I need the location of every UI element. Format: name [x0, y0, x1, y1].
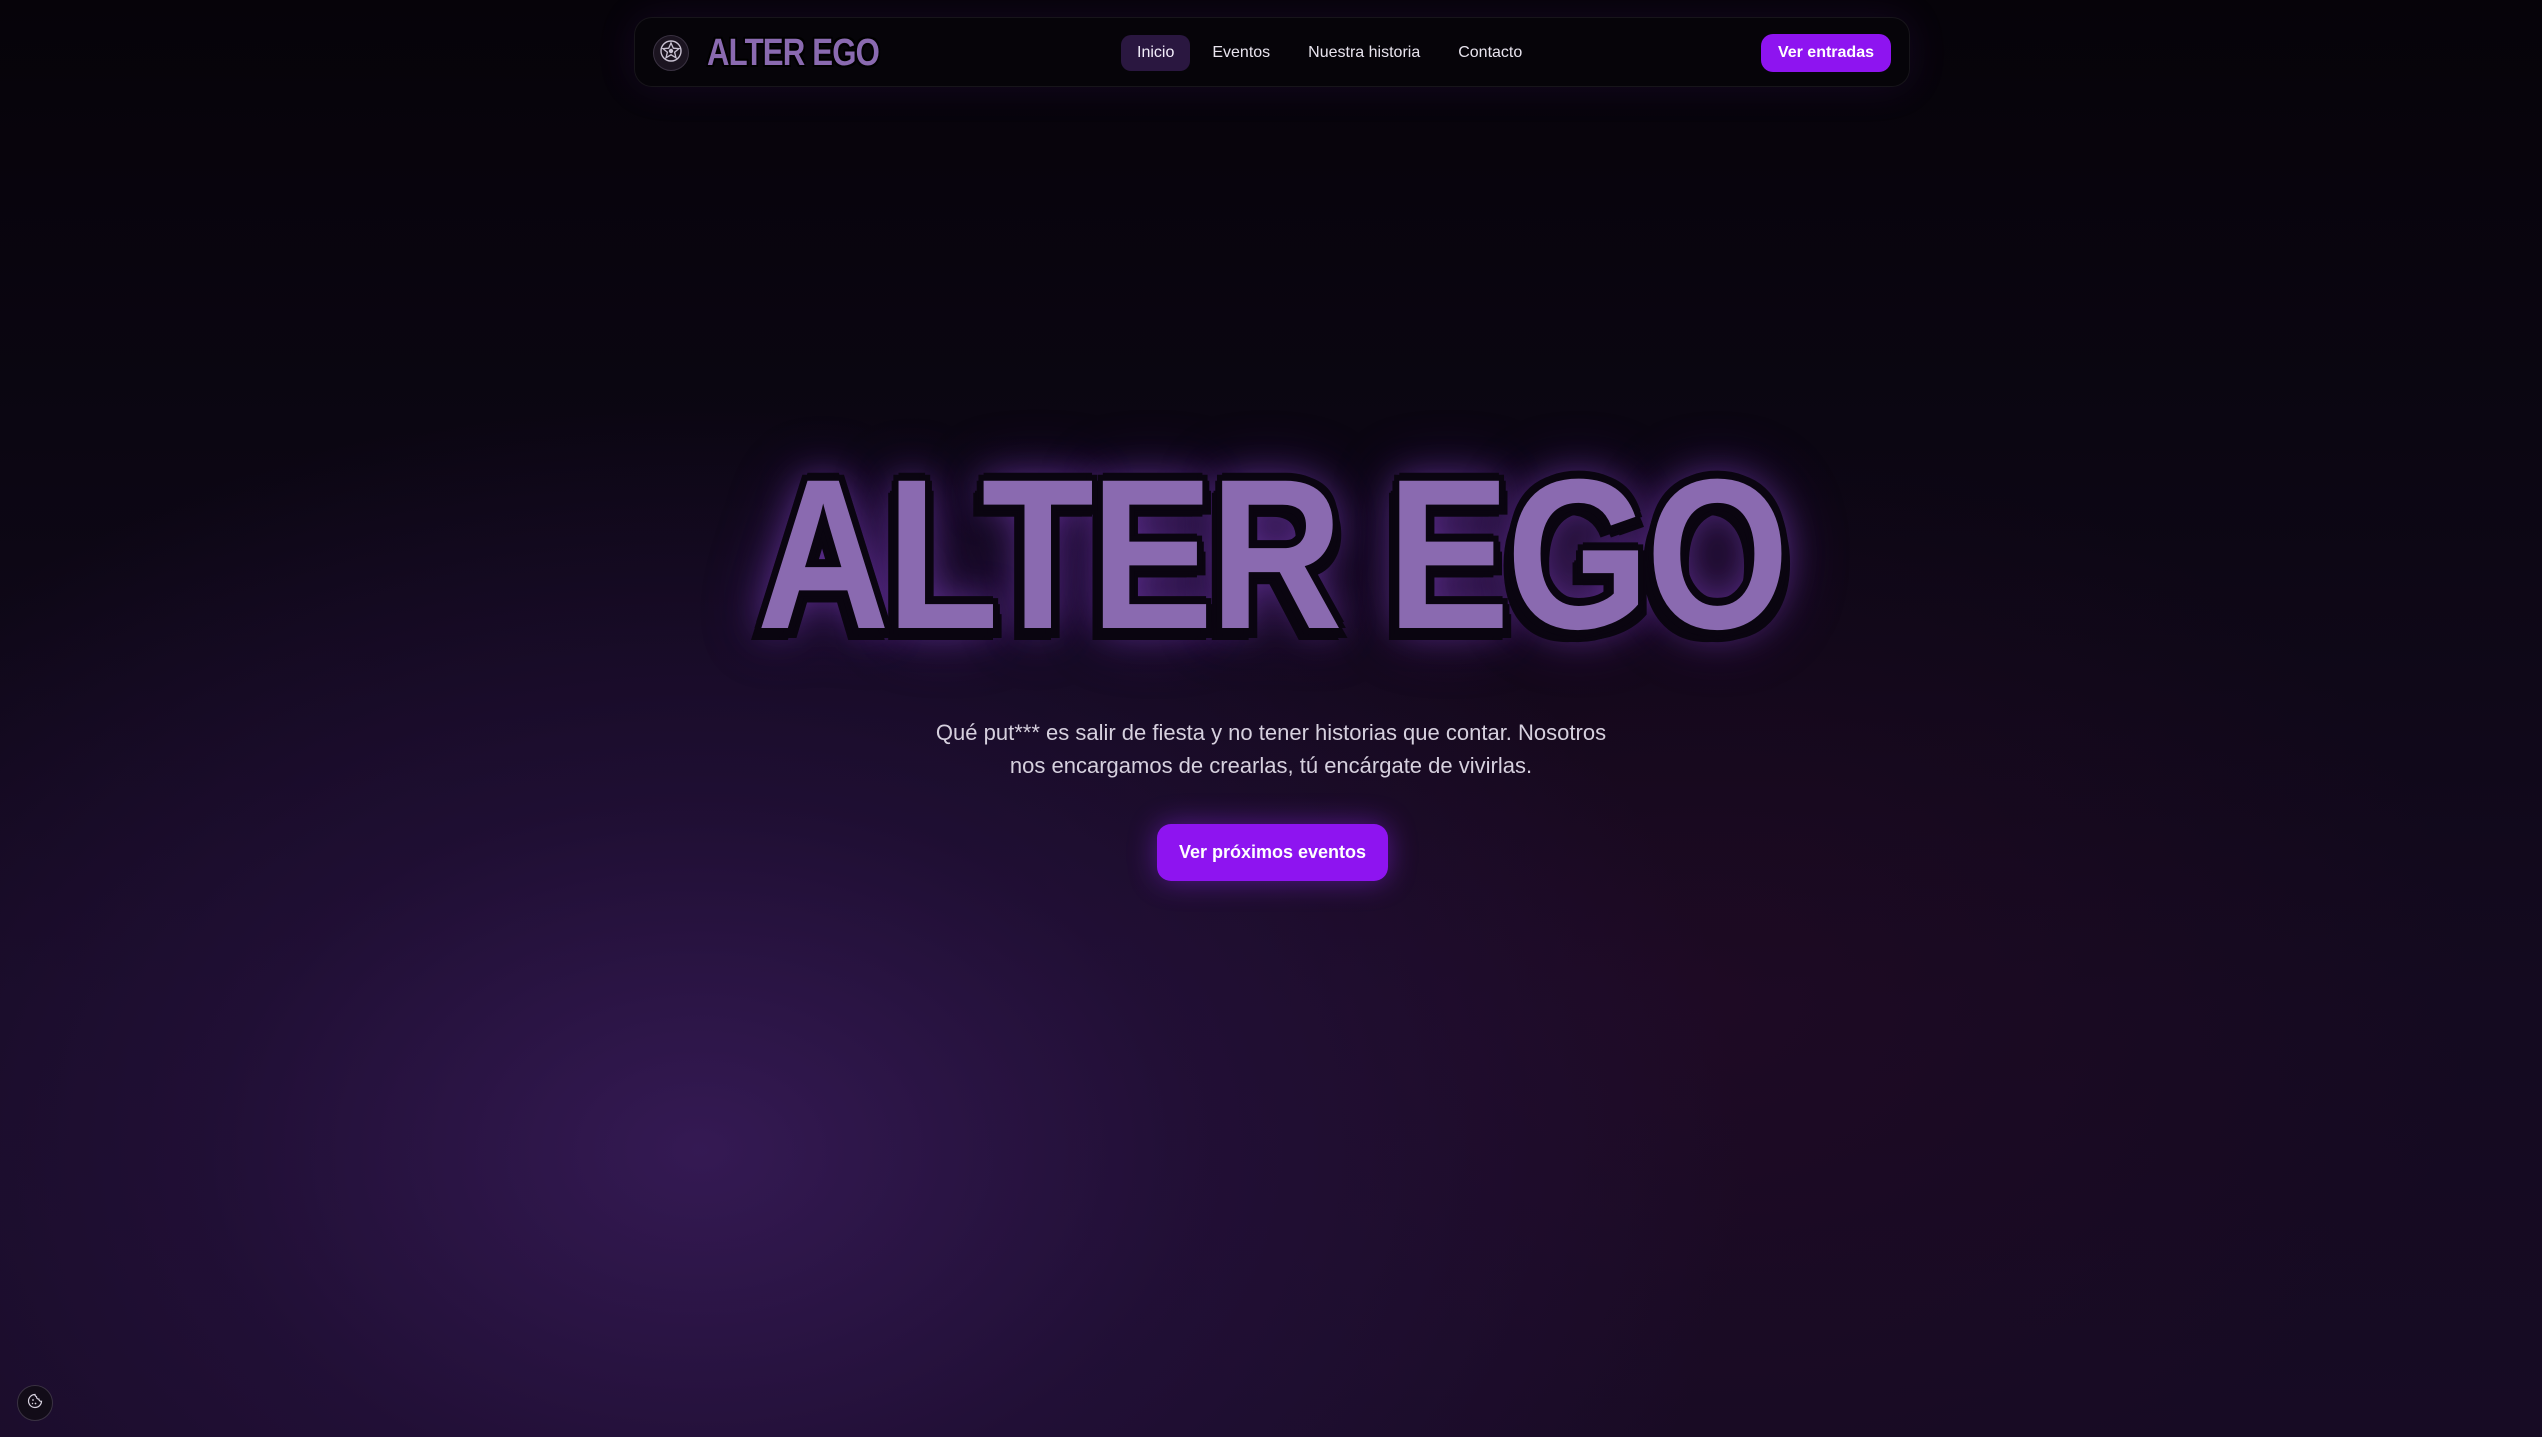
ver-entradas-button[interactable]: Ver entradas: [1760, 34, 1891, 72]
brand-name[interactable]: ALTER EGO: [707, 30, 880, 76]
page: ALTER EGO Inicio Eventos Nuestra histori…: [0, 0, 2542, 1437]
nav-links: Inicio Eventos Nuestra historia Contacto: [1121, 35, 1538, 71]
cookie-icon: [27, 1393, 43, 1414]
nav-item-nuestra-historia[interactable]: Nuestra historia: [1292, 35, 1436, 71]
hero: ALTER EGO: [0, 440, 2542, 670]
logo-badge[interactable]: [653, 35, 689, 71]
ver-proximos-eventos-button[interactable]: Ver próximos eventos: [1157, 824, 1388, 881]
star-emblem-icon: [659, 39, 683, 68]
hero-subtitle: Qué put*** es salir de fiesta y no tener…: [935, 720, 1607, 778]
navbar: ALTER EGO Inicio Eventos Nuestra histori…: [634, 17, 1910, 87]
nav-item-inicio[interactable]: Inicio: [1121, 35, 1191, 71]
hero-title: ALTER EGO: [756, 435, 1789, 674]
cookie-settings-button[interactable]: [17, 1385, 53, 1421]
nav-item-contacto[interactable]: Contacto: [1442, 35, 1538, 71]
nav-item-eventos[interactable]: Eventos: [1196, 35, 1286, 71]
